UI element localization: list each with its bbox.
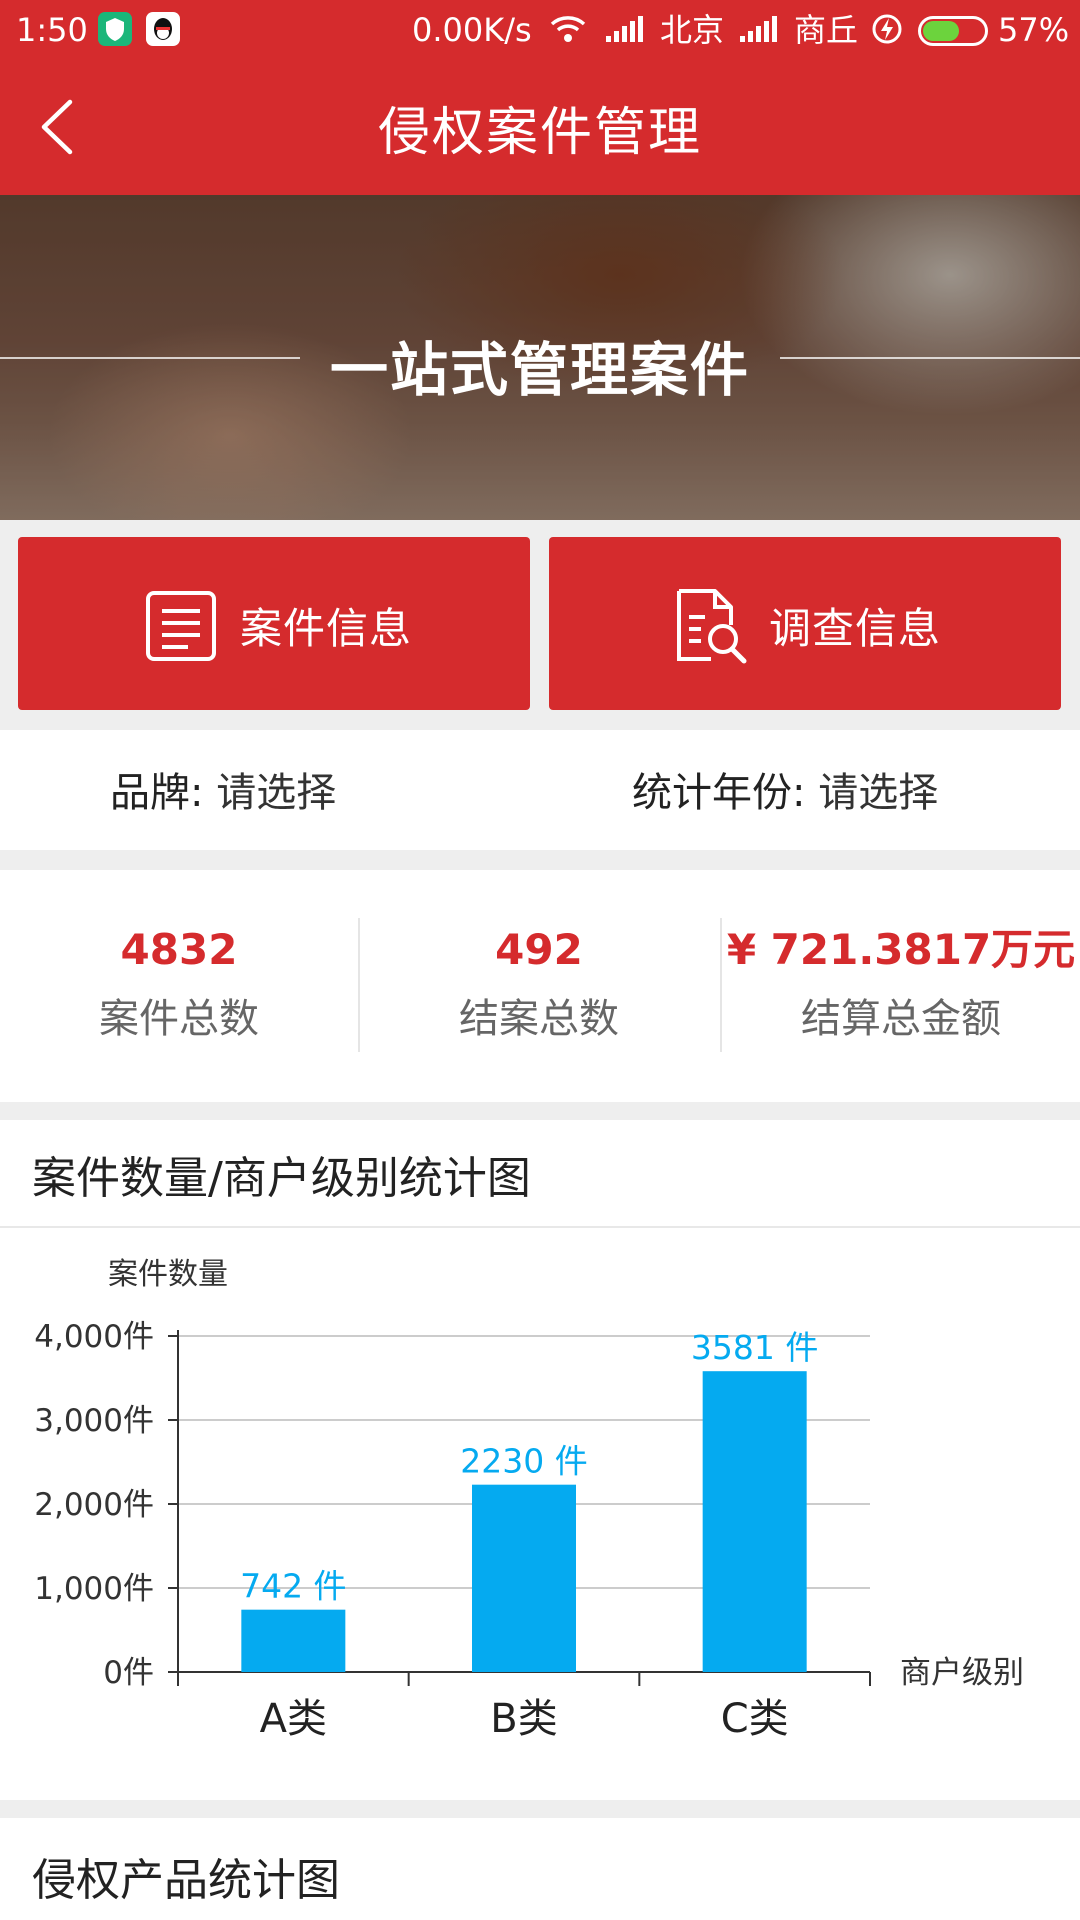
stat-value: 4832 xyxy=(120,925,238,974)
y-tick-label: 0件 xyxy=(103,1655,154,1691)
chart-canvas: 案件数量 0件 1,000件 2,000件 3,000件 4,000件 742 件 A类 223… xyxy=(34,1257,1024,1742)
banner-text: 一站式管理案件 xyxy=(329,336,750,404)
stat-value: 492 xyxy=(495,925,583,974)
net-speed: 0.00K/s xyxy=(412,11,532,49)
section-gap xyxy=(0,1102,1080,1120)
signal-icon xyxy=(604,14,644,52)
investigation-info-label: 调查信息 xyxy=(769,604,942,653)
y-axis-title: 案件数量 xyxy=(108,1257,228,1292)
title-bar: 侵权案件管理 xyxy=(0,60,1080,195)
stat-caption: 结算总金额 xyxy=(801,996,1001,1042)
year-select[interactable]: 请选择 xyxy=(818,770,938,816)
document-search-icon xyxy=(671,585,751,665)
bar xyxy=(472,1484,576,1672)
x-tick-label: A类 xyxy=(260,1696,327,1742)
battery-icon xyxy=(918,16,988,46)
qq-app-icon xyxy=(146,12,180,46)
document-list-icon xyxy=(142,585,222,665)
brand-filter-label: 品牌: xyxy=(110,770,204,816)
wifi-icon xyxy=(548,12,588,54)
charging-icon xyxy=(870,12,904,54)
brand-select[interactable]: 请选择 xyxy=(216,770,336,816)
year-filter-label: 统计年份: xyxy=(632,770,806,816)
stat-value: ¥ 721.3817万元 xyxy=(726,925,1076,974)
stat-closed-cases: 492 结案总数 xyxy=(360,922,718,1044)
page-title: 侵权案件管理 xyxy=(377,103,702,163)
stat-total-cases: 4832 案件总数 xyxy=(0,922,358,1044)
y-tick-label: 1,000件 xyxy=(34,1571,154,1607)
product-section-title: 侵权产品统计图 xyxy=(32,1855,340,1906)
bar xyxy=(702,1371,807,1672)
section-divider xyxy=(0,1226,1080,1228)
year-filter[interactable]: 统计年份: 请选择 xyxy=(632,760,938,818)
stat-caption: 结案总数 xyxy=(459,996,619,1042)
case-info-button[interactable]: 案件信息 xyxy=(18,537,530,710)
x-axis-title: 商户级别 xyxy=(900,1655,1024,1691)
shield-app-icon xyxy=(98,12,132,46)
section-gap xyxy=(0,850,1080,870)
investigation-info-button[interactable]: 调查信息 xyxy=(549,537,1061,710)
x-tick-label: C类 xyxy=(721,1696,789,1742)
status-bar: 1:50 0.00K/s 北京 商丘 57% xyxy=(0,0,1080,60)
y-tick-label: 3,000件 xyxy=(34,1403,154,1439)
brand-filter[interactable]: 品牌: 请选择 xyxy=(110,760,336,818)
carrier-1: 北京 xyxy=(660,11,725,49)
stat-settlement-amount: ¥ 721.3817万元 结算总金额 xyxy=(722,922,1080,1044)
bar-data-label: 742 件 xyxy=(240,1567,346,1606)
hero-banner: 一站式管理案件 xyxy=(0,195,1080,520)
section-gap xyxy=(0,1800,1080,1818)
case-level-bar-chart: 案件数量 0件 1,000件 2,000件 3,000件 4,000件 742 件 A类 223… xyxy=(0,1240,1080,1800)
case-info-label: 案件信息 xyxy=(240,604,413,653)
battery-percent: 57% xyxy=(998,11,1070,49)
y-tick-label: 2,000件 xyxy=(34,1487,154,1523)
bar-data-label: 2230 件 xyxy=(460,1442,587,1481)
x-tick-label: B类 xyxy=(490,1696,557,1742)
bar xyxy=(241,1609,346,1672)
bar-data-label: 3581 件 xyxy=(691,1328,818,1367)
status-time: 1:50 xyxy=(16,11,88,49)
y-tick-label: 4,000件 xyxy=(34,1319,154,1355)
chart-section-title: 案件数量/商户级别统计图 xyxy=(32,1153,531,1204)
stat-caption: 案件总数 xyxy=(99,996,259,1042)
signal-icon xyxy=(738,14,778,52)
carrier-2: 商丘 xyxy=(794,11,859,49)
